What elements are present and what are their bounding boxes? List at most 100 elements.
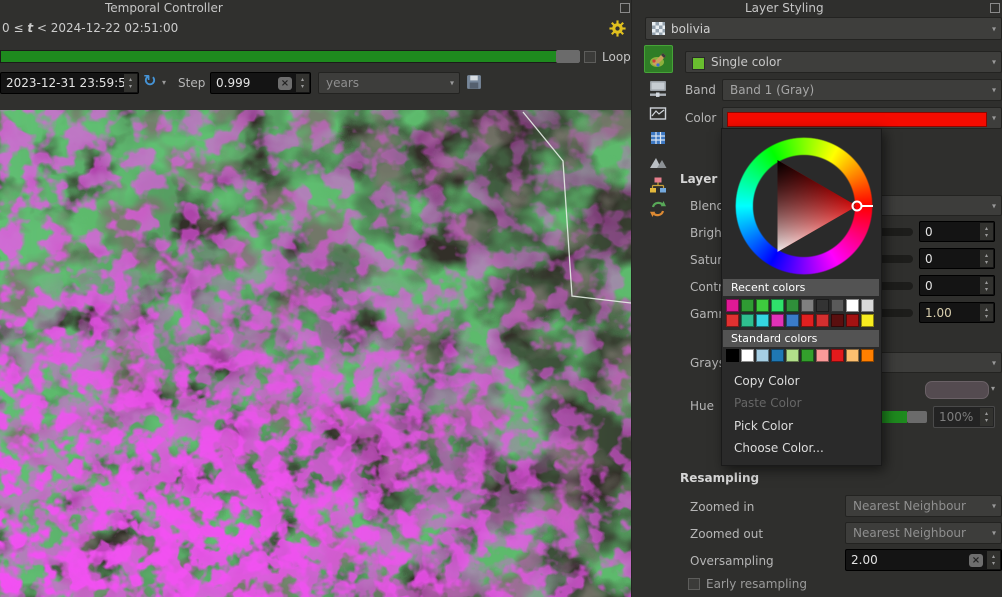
map-raster-image (0, 110, 631, 597)
step-clear-icon[interactable]: × (278, 77, 292, 90)
temporal-panel-title: Temporal Controller (105, 1, 223, 15)
step-input[interactable]: 0.999 × ▴▾ (210, 72, 311, 94)
step-value: 0.999 (216, 76, 250, 90)
renderer-combobox[interactable]: Single color ▾ (685, 51, 1002, 73)
timeline-slider-progress (1, 51, 556, 62)
saturation-value-triangle[interactable] (735, 137, 873, 275)
hue-strength-handle[interactable] (907, 411, 927, 423)
datetime-spin-buttons[interactable]: ▴▾ (124, 74, 137, 92)
color-swatch[interactable] (801, 299, 814, 312)
zoomed-in-label: Zoomed in (690, 500, 754, 514)
color-swatch[interactable] (846, 299, 859, 312)
layer-selector-combobox[interactable]: bolivia ▾ (645, 17, 1002, 40)
tab-transparency[interactable] (644, 76, 671, 102)
menu-item-pick-color[interactable]: Pick Color (722, 415, 881, 437)
hue-strength-spinbox[interactable]: 100% ▴▾ (933, 406, 995, 428)
color-swatch[interactable] (816, 299, 829, 312)
color-swatch[interactable] (771, 299, 784, 312)
zoomed-out-combobox[interactable]: Nearest Neighbour ▾ (845, 522, 1002, 544)
menu-item-paste-color: Paste Color (722, 392, 881, 414)
color-swatch[interactable] (816, 349, 829, 362)
step-unit-combobox[interactable]: years ▾ (318, 72, 460, 94)
color-swatch[interactable] (741, 349, 754, 362)
contrast-spin-buttons[interactable]: ▴▾ (980, 277, 993, 294)
gamma-spin-buttons[interactable]: ▴▾ (980, 304, 993, 321)
recent-colors-row1 (725, 298, 875, 313)
zoomed-out-label: Zoomed out (690, 527, 763, 541)
oversampling-spin-buttons[interactable]: ▴▾ (987, 551, 1000, 569)
refresh-dropdown-arrow-icon[interactable]: ▾ (162, 78, 166, 87)
saturation-spinbox[interactable]: 0 ▴▾ (919, 248, 995, 269)
loop-checkbox[interactable] (584, 51, 596, 63)
export-animation-icon[interactable] (466, 74, 482, 94)
color-swatch[interactable] (741, 314, 754, 327)
map-canvas[interactable] (0, 110, 631, 597)
saturation-spin-buttons[interactable]: ▴▾ (980, 250, 993, 267)
contrast-spinbox[interactable]: 0 ▴▾ (919, 275, 995, 296)
hue-strength-value: 100% (939, 410, 973, 424)
color-swatch[interactable] (846, 314, 859, 327)
menu-item-choose-color[interactable]: Choose Color... (722, 437, 881, 459)
saturation-value: 0 (925, 252, 933, 266)
layer-selector-arrow-icon: ▾ (992, 24, 996, 33)
styling-dock-icon[interactable] (990, 3, 1000, 13)
band-label: Band (685, 83, 716, 97)
oversampling-spinbox[interactable]: 2.00 × ▴▾ (845, 549, 1002, 571)
band-combobox[interactable]: Band 1 (Gray) ▾ (722, 79, 1002, 101)
step-spin-buttons[interactable]: ▴▾ (296, 74, 309, 92)
color-swatch[interactable] (756, 314, 769, 327)
recent-colors-header: Recent colors (723, 279, 879, 296)
color-swatch[interactable] (771, 349, 784, 362)
color-swatch[interactable] (786, 299, 799, 312)
colorize-color-button[interactable] (925, 381, 989, 399)
color-picker-popup: Recent colors Standard colors Copy Color… (721, 128, 882, 466)
tab-attribute-table[interactable] (644, 125, 671, 151)
color-swatch[interactable] (756, 349, 769, 362)
color-swatch[interactable] (831, 299, 844, 312)
tab-histogram[interactable] (644, 101, 671, 127)
color-swatch[interactable] (741, 299, 754, 312)
color-dropdown-button[interactable]: ▾ (722, 107, 1002, 129)
zoomed-in-combobox[interactable]: Nearest Neighbour ▾ (845, 495, 1002, 517)
brightness-spinbox[interactable]: 0 ▴▾ (919, 221, 995, 242)
color-swatch[interactable] (786, 314, 799, 327)
refresh-icon[interactable]: ↻ (143, 71, 156, 90)
menu-item-copy-color[interactable]: Copy Color (722, 370, 881, 392)
color-swatch[interactable] (801, 349, 814, 362)
tab-legend[interactable] (644, 172, 671, 198)
transparency-icon (648, 79, 668, 99)
renderer-swatch (692, 57, 705, 70)
gamma-spinbox[interactable]: 1.00 ▴▾ (919, 302, 995, 323)
color-swatch[interactable] (771, 314, 784, 327)
tab-symbology[interactable] (644, 45, 673, 73)
layer-selector-value: bolivia (671, 22, 710, 36)
colorize-arrow-icon[interactable]: ▾ (991, 384, 995, 393)
brightness-spin-buttons[interactable]: ▴▾ (980, 223, 993, 240)
color-swatch[interactable] (816, 314, 829, 327)
color-swatch[interactable] (726, 349, 739, 362)
hue-strength-spin-buttons[interactable]: ▴▾ (980, 408, 993, 426)
zoomed-out-value: Nearest Neighbour (853, 526, 966, 540)
datetime-input[interactable]: 2023-12-31 23:59:59 ▴▾ (0, 72, 139, 94)
color-swatch[interactable] (846, 349, 859, 362)
color-swatch[interactable] (831, 349, 844, 362)
timeline-slider-handle[interactable] (556, 50, 580, 63)
temporal-settings-gear-icon[interactable] (609, 20, 626, 41)
tab-history[interactable] (644, 196, 671, 222)
color-swatch[interactable] (756, 299, 769, 312)
early-resampling-checkbox[interactable] (688, 578, 700, 590)
color-swatch[interactable] (786, 349, 799, 362)
color-swatch[interactable] (861, 299, 874, 312)
blending-arrow-icon: ▾ (992, 201, 996, 210)
color-swatch[interactable] (831, 314, 844, 327)
temporal-dock-icon[interactable] (620, 3, 630, 13)
color-swatch[interactable] (726, 314, 739, 327)
color-swatch[interactable] (801, 314, 814, 327)
oversampling-clear-icon[interactable]: × (969, 554, 983, 567)
step-unit-arrow-icon: ▾ (450, 79, 454, 88)
color-swatch[interactable] (861, 349, 874, 362)
color-swatch[interactable] (726, 299, 739, 312)
color-swatch[interactable] (861, 314, 874, 327)
resampling-header: Resampling (680, 471, 759, 485)
pyramids-icon (648, 152, 668, 172)
